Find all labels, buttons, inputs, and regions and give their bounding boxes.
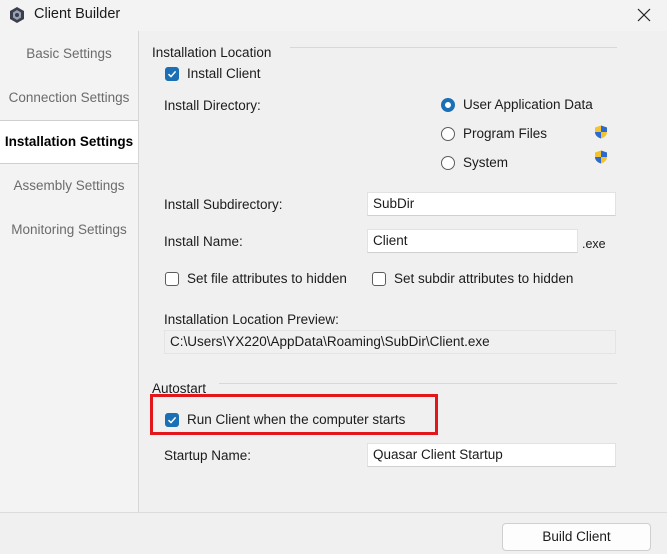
radio-system-label: System xyxy=(463,155,509,170)
install-subdirectory-input[interactable]: SubDir xyxy=(367,192,616,216)
admin-shield-icon xyxy=(595,125,607,139)
checkmark-icon xyxy=(167,70,177,78)
window-title: Client Builder xyxy=(34,6,121,22)
group-divider xyxy=(219,383,617,384)
admin-shield-icon xyxy=(595,150,607,164)
radio-system[interactable] xyxy=(441,156,455,170)
install-directory-label: Install Directory: xyxy=(164,98,261,113)
hide-subdir-attributes-label: Set subdir attributes to hidden xyxy=(394,271,574,286)
install-subdirectory-label: Install Subdirectory: xyxy=(164,197,283,212)
install-name-label: Install Name: xyxy=(164,234,243,249)
sidebar-item-connection-settings[interactable]: Connection Settings xyxy=(0,77,138,119)
hide-subdir-attributes-checkbox[interactable] xyxy=(372,272,386,286)
installation-preview-label: Installation Location Preview: xyxy=(164,312,339,327)
install-name-input[interactable]: Client xyxy=(367,229,578,253)
installation-preview-field: C:\Users\YX220\AppData\Roaming\SubDir\Cl… xyxy=(164,330,616,354)
install-client-checkbox[interactable] xyxy=(165,67,179,81)
install-client-label: Install Client xyxy=(187,66,261,81)
sidebar-item-assembly-settings[interactable]: Assembly Settings xyxy=(0,165,138,207)
radio-user-application-data-label: User Application Data xyxy=(463,97,593,112)
close-icon[interactable] xyxy=(637,8,651,22)
startup-name-input[interactable]: Quasar Client Startup xyxy=(367,443,616,467)
sidebar-item-monitoring-settings[interactable]: Monitoring Settings xyxy=(0,209,138,251)
title-bar: Client Builder xyxy=(0,0,667,31)
app-icon xyxy=(10,7,24,23)
exe-suffix-label: .exe xyxy=(582,237,606,251)
sidebar-item-installation-settings[interactable]: Installation Settings xyxy=(0,120,138,164)
build-client-button[interactable]: Build Client xyxy=(502,523,651,551)
sidebar-item-basic-settings[interactable]: Basic Settings xyxy=(0,33,138,75)
dialog-footer: Build Client xyxy=(0,512,667,554)
hide-file-attributes-label: Set file attributes to hidden xyxy=(187,271,347,286)
startup-name-label: Startup Name: xyxy=(164,448,252,463)
hide-file-attributes-checkbox[interactable] xyxy=(165,272,179,286)
settings-sidebar: Basic Settings Connection Settings Insta… xyxy=(0,31,139,512)
installation-location-group-label: Installation Location xyxy=(152,45,272,60)
radio-user-application-data[interactable] xyxy=(441,98,455,112)
close-button[interactable] xyxy=(621,0,667,31)
group-divider xyxy=(290,47,617,48)
radio-program-files[interactable] xyxy=(441,127,455,141)
radio-program-files-label: Program Files xyxy=(463,126,548,141)
annotation-highlight-box xyxy=(150,394,438,435)
